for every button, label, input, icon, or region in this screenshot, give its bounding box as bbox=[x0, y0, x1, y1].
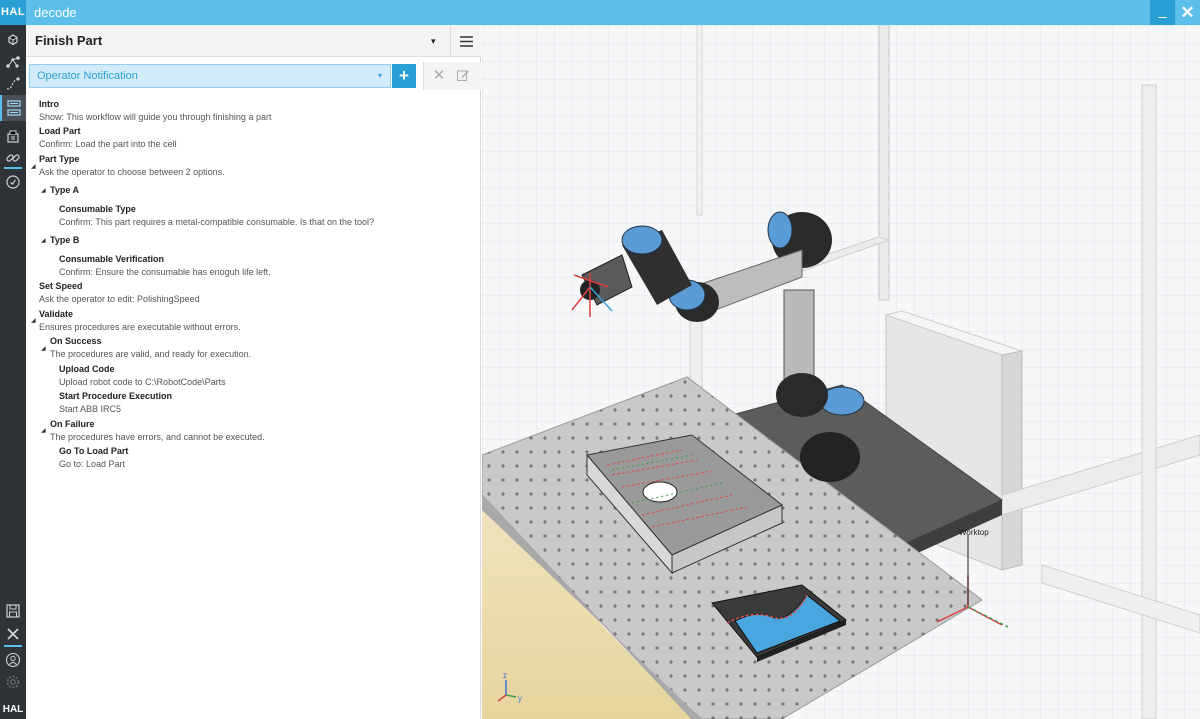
3d-viewport[interactable]: Worktop z y bbox=[482, 25, 1200, 719]
hamburger-icon bbox=[459, 35, 473, 47]
cell-button[interactable] bbox=[0, 125, 26, 147]
hal-logo: HAL bbox=[0, 0, 26, 25]
branch-title[interactable]: Type A bbox=[50, 184, 79, 196]
workflow-header: Finish Part ▾ bbox=[26, 25, 481, 57]
step-type-value: Operator Notification bbox=[37, 70, 138, 82]
step-title[interactable]: Set Speed bbox=[39, 280, 83, 292]
step-type-select[interactable]: Operator Notification ▾ bbox=[29, 64, 391, 88]
collapse-triangle-icon[interactable]: ◢ bbox=[41, 427, 46, 434]
graph-icon bbox=[6, 56, 20, 68]
collapse-triangle-icon[interactable]: ◢ bbox=[41, 187, 46, 194]
save-icon bbox=[6, 604, 20, 618]
step-title[interactable]: Consumable Type bbox=[59, 203, 136, 215]
step-title[interactable]: Part Type bbox=[39, 153, 79, 165]
step-description: Go to: Load Part bbox=[59, 459, 126, 469]
close-project-button[interactable] bbox=[0, 623, 26, 645]
path-icon bbox=[6, 77, 20, 90]
step-description: Ask the operator to choose between 2 opt… bbox=[39, 167, 225, 177]
collapse-triangle-icon[interactable]: ◢ bbox=[41, 345, 46, 352]
collapse-triangle-icon[interactable]: ◢ bbox=[41, 237, 46, 244]
step-description: Confirm: Ensure the consumable has enogu… bbox=[59, 267, 271, 277]
step-title[interactable]: Load Part bbox=[39, 125, 81, 137]
branch-title[interactable]: On Failure bbox=[50, 418, 95, 430]
workflow-panel: Finish Part ▾ Operator Notification ▾ + … bbox=[26, 25, 481, 719]
title-bar: HAL decode _ ✕ bbox=[0, 0, 1200, 25]
step-title[interactable]: Intro bbox=[39, 98, 59, 110]
chevron-down-icon: ▾ bbox=[378, 71, 383, 80]
step-actions: ✕ bbox=[423, 62, 481, 90]
delete-step-button[interactable]: ✕ bbox=[429, 62, 449, 90]
cube-network-icon bbox=[8, 34, 18, 46]
user-icon bbox=[5, 652, 21, 668]
branch-title[interactable]: On Success bbox=[50, 335, 102, 347]
link-button[interactable] bbox=[0, 147, 26, 169]
step-description: The procedures are valid, and ready for … bbox=[50, 349, 252, 359]
step-description: Confirm: Load the part into the cell bbox=[39, 139, 177, 149]
step-title[interactable]: Start Procedure Execution bbox=[59, 390, 172, 402]
step-description: The procedures have errors, and cannot b… bbox=[50, 432, 265, 442]
workflow-title[interactable]: Finish Part bbox=[35, 25, 102, 57]
workflow-menu-button[interactable] bbox=[450, 25, 481, 57]
tool-rail: HAL bbox=[0, 25, 26, 719]
step-description: Start ABB IRC5 bbox=[59, 404, 122, 414]
scene-button[interactable] bbox=[0, 29, 26, 51]
settings-button[interactable] bbox=[0, 671, 26, 693]
step-description: Ask the operator to edit: PolishingSpeed bbox=[39, 294, 200, 304]
worktop-label: Worktop bbox=[959, 528, 989, 537]
step-description: Show: This workflow will guide you throu… bbox=[39, 112, 272, 122]
step-title[interactable]: Go To Load Part bbox=[59, 445, 128, 457]
save-button[interactable] bbox=[0, 600, 26, 622]
workflow-button[interactable] bbox=[0, 95, 26, 121]
app-title: decode bbox=[34, 5, 77, 20]
network-button[interactable] bbox=[0, 51, 26, 73]
hal-footer-logo: HAL bbox=[2, 704, 24, 715]
gear-icon bbox=[6, 675, 20, 689]
rail-separator bbox=[4, 645, 22, 647]
step-description: Upload robot code to C:\RobotCode\Parts bbox=[59, 377, 226, 387]
check-circle-icon bbox=[6, 175, 20, 189]
close-window-button[interactable]: ✕ bbox=[1175, 0, 1200, 25]
collapse-triangle-icon[interactable]: ◢ bbox=[31, 163, 36, 170]
rail-separator bbox=[4, 167, 22, 169]
workflow-icon bbox=[7, 100, 21, 116]
step-title[interactable]: Upload Code bbox=[59, 363, 115, 375]
step-description: Ensures procedures are executable withou… bbox=[39, 322, 241, 332]
axis-y-label: y bbox=[518, 694, 522, 703]
link-icon bbox=[6, 154, 20, 162]
axis-z-label: z bbox=[503, 671, 507, 680]
branch-title[interactable]: Type B bbox=[50, 234, 79, 246]
collapse-triangle-icon[interactable]: ◢ bbox=[31, 317, 36, 324]
add-step-button[interactable]: + bbox=[392, 64, 416, 88]
step-title[interactable]: Consumable Verification bbox=[59, 253, 164, 265]
validate-button[interactable] bbox=[0, 171, 26, 193]
step-title[interactable]: Validate bbox=[39, 308, 73, 320]
machine-icon bbox=[7, 130, 19, 143]
path-button[interactable] bbox=[0, 73, 26, 95]
edit-step-button[interactable] bbox=[456, 68, 470, 87]
scene-canvas[interactable]: Worktop z y bbox=[482, 25, 1200, 719]
close-icon bbox=[7, 628, 19, 640]
minimize-button[interactable]: _ bbox=[1150, 0, 1175, 25]
workflow-dropdown-icon[interactable]: ▾ bbox=[431, 25, 436, 57]
edit-icon bbox=[457, 70, 469, 81]
step-description: Confirm: This part requires a metal-comp… bbox=[59, 217, 374, 227]
account-button[interactable] bbox=[0, 649, 26, 671]
